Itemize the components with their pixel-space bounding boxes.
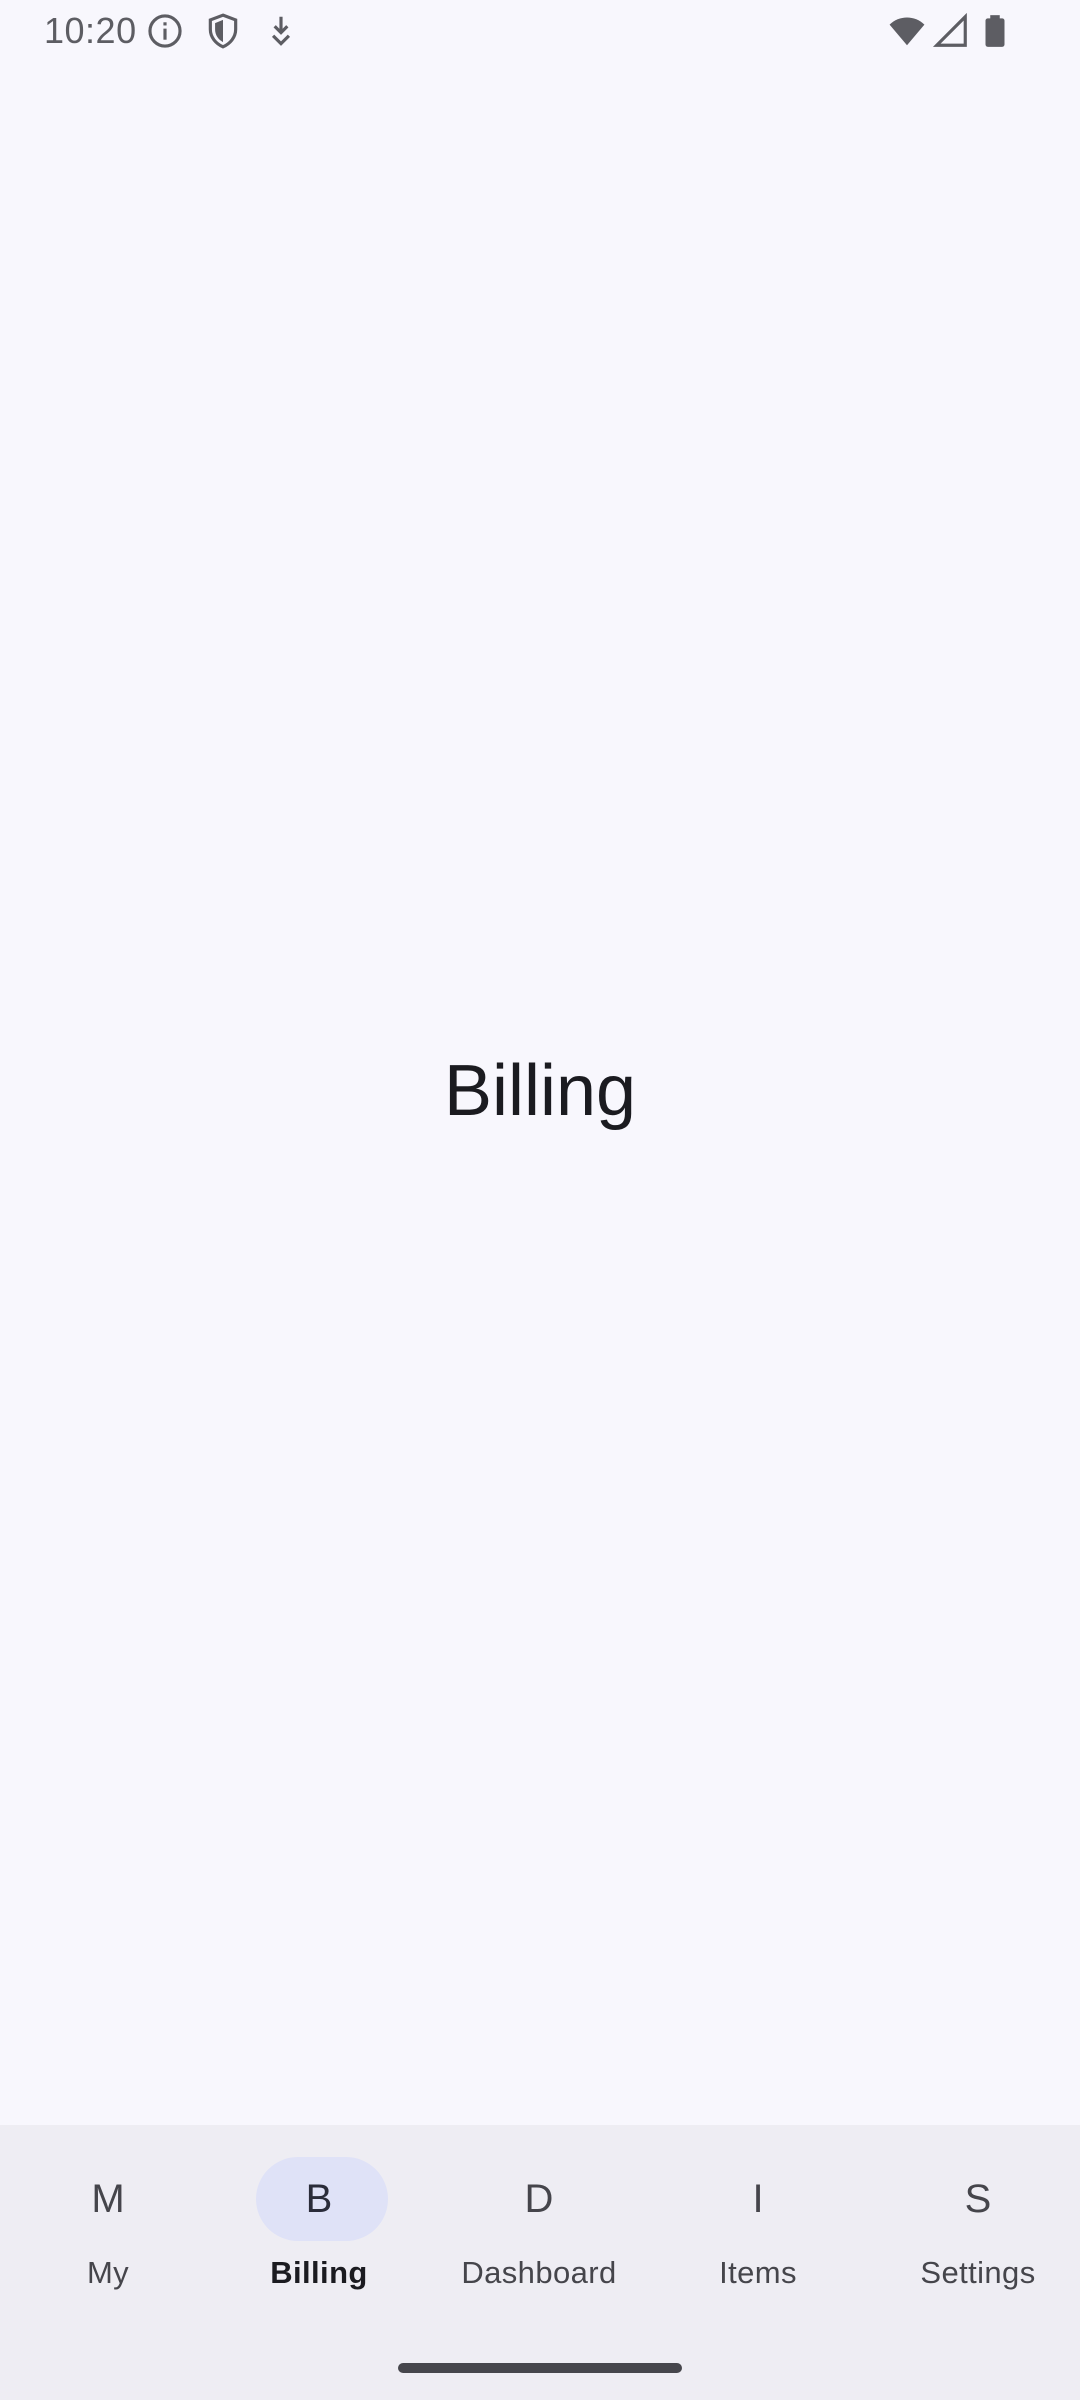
info-icon <box>148 14 182 48</box>
nav-item-billing[interactable]: B Billing <box>211 2125 427 2325</box>
nav-item-settings[interactable]: S Settings <box>870 2125 1080 2325</box>
nav-item-dashboard[interactable]: D Dashboard <box>431 2125 647 2325</box>
battery-icon <box>985 15 1005 47</box>
nav-label-settings: Settings <box>920 2255 1036 2290</box>
wifi-icon <box>889 17 925 46</box>
nav-icon-dashboard: D <box>524 2177 554 2221</box>
nav-label-dashboard: Dashboard <box>461 2255 617 2290</box>
nav-label-items: Items <box>719 2255 797 2290</box>
nav-icon-my: M <box>91 2177 125 2221</box>
nav-label-billing: Billing <box>270 2255 368 2290</box>
status-bar: 10:20 <box>0 0 1080 62</box>
bottom-navigation-bar: M My B Billing D Dashboard I Items S Set… <box>0 2125 1080 2400</box>
nav-item-items[interactable]: I Items <box>650 2125 866 2325</box>
page-title: Billing <box>443 1051 637 1131</box>
shield-icon <box>208 13 238 49</box>
nav-label-my: My <box>86 2255 130 2290</box>
nav-item-my[interactable]: M My <box>0 2125 216 2325</box>
nav-icon-settings: S <box>964 2177 992 2221</box>
nav-icon-items: I <box>752 2177 764 2221</box>
signal-icon <box>932 12 967 47</box>
status-time: 10:20 <box>44 10 137 51</box>
nav-icon-billing: B <box>305 2177 333 2221</box>
download-icon <box>271 16 291 46</box>
home-gesture-bar[interactable] <box>398 2363 682 2373</box>
